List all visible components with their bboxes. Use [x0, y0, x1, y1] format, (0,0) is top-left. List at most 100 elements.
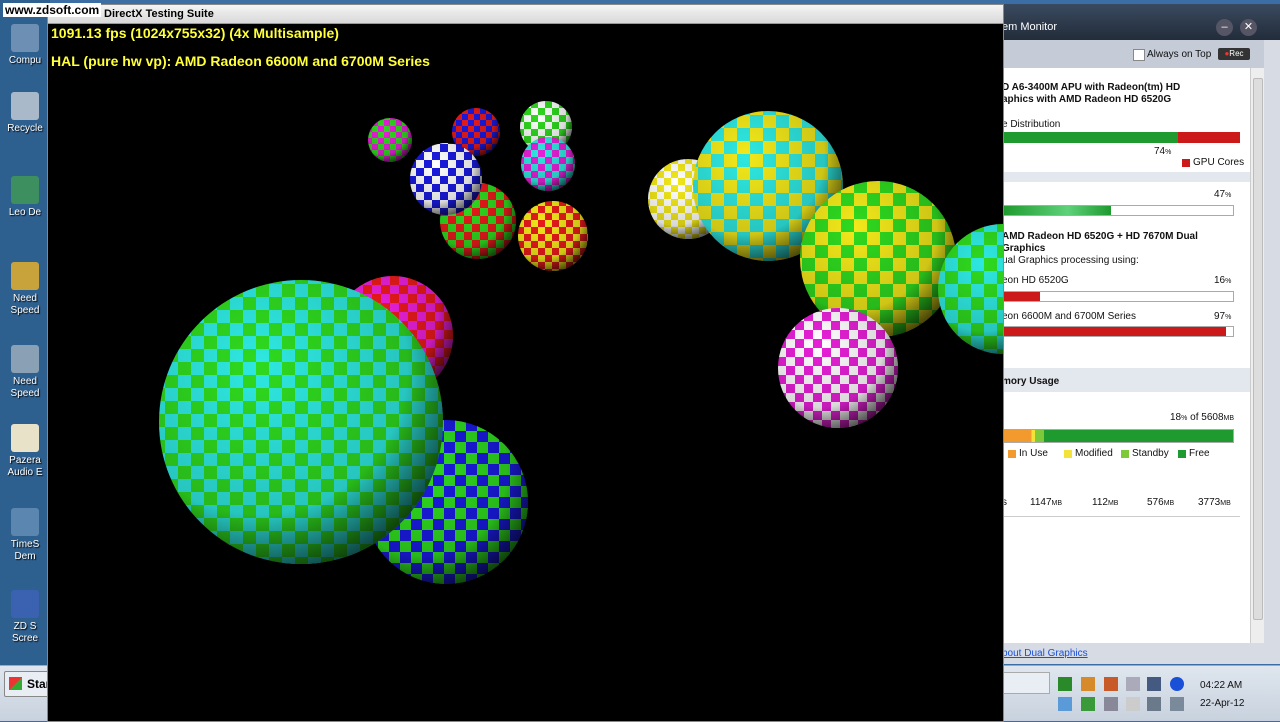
- memory-section-header: mory Usage: [1002, 368, 1250, 392]
- system-monitor-window[interactable]: em Monitor – ✕ Always on Top ●Rec D A6-3…: [1002, 4, 1280, 664]
- minimize-icon: –: [1221, 21, 1228, 33]
- desktop-icon-pazera[interactable]: Pazera Audio E: [0, 424, 50, 479]
- gpu2-bar-fill: [1003, 327, 1227, 336]
- percent-sign: %: [1181, 415, 1188, 422]
- volume-icon[interactable]: [1058, 697, 1072, 711]
- minimize-button[interactable]: –: [1216, 19, 1233, 36]
- dual-graphics-title-2: Graphics: [1002, 243, 1046, 254]
- monitor-content: D A6-3400M APU with Radeon(tm) HD aphics…: [1002, 68, 1250, 659]
- memory-value: 3773: [1198, 497, 1221, 508]
- legend-free: Free: [1189, 448, 1210, 459]
- desktop-icon-times[interactable]: TimeS Dem: [0, 508, 50, 563]
- memory-unit: MB: [1220, 500, 1231, 507]
- always-on-top-label: Always on Top: [1147, 49, 1212, 60]
- directx-window[interactable]: DirectX Testing Suite 1091.13 fps (1024x…: [47, 4, 1004, 722]
- desktop-icon-computer[interactable]: Compu: [0, 24, 50, 67]
- legend-in-use: In Use: [1019, 448, 1048, 459]
- legend-swatch-modified: [1064, 450, 1072, 458]
- close-icon: ✕: [1243, 21, 1254, 33]
- always-on-top-checkbox[interactable]: [1133, 49, 1145, 61]
- gpu1-bar-fill: [1003, 292, 1040, 301]
- desktop-icon-label-2: Speed: [10, 388, 40, 399]
- desktop-icon-label: Need: [13, 293, 37, 304]
- fps-readout: 1091.13 fps (1024x755x32) (4x Multisampl…: [51, 25, 339, 41]
- apu-name-line1: D A6-3400M APU with Radeon(tm) HD: [1002, 82, 1181, 93]
- gpu2-percent: 97%: [1214, 311, 1231, 322]
- desktop-icon-need-speed-2[interactable]: Need Speed: [0, 345, 50, 400]
- monitor-toolbar: Always on Top ●Rec: [1002, 40, 1264, 68]
- desktop-icon-label-2: Speed: [10, 305, 40, 316]
- tray-app-icon[interactable]: [1104, 697, 1118, 711]
- sphere: [368, 118, 412, 162]
- distribution-bar-fill: [1002, 132, 1179, 143]
- apu-name-line2: aphics with AMD Radeon HD 6520G: [1002, 94, 1172, 105]
- computer-icon: [11, 24, 39, 52]
- legend-modified: Modified: [1075, 448, 1113, 459]
- bluetooth-icon[interactable]: [1170, 677, 1184, 691]
- memory-title: mory Usage: [1002, 376, 1060, 387]
- memory-unit: MB: [1163, 500, 1175, 507]
- clock-time[interactable]: 04:22 AM: [1200, 680, 1242, 691]
- memory-unit: MB: [1107, 500, 1119, 507]
- device-readout: HAL (pure hw vp): AMD Radeon 6600M and 6…: [51, 53, 430, 69]
- window-titlebar[interactable]: DirectX Testing Suite: [48, 5, 1003, 24]
- start-button[interactable]: Star: [4, 671, 51, 697]
- tray-app-icon[interactable]: [1081, 677, 1095, 691]
- desktop-icon-label: TimeS: [10, 539, 40, 550]
- about-dual-graphics-link[interactable]: bout Dual Graphics: [1002, 648, 1088, 659]
- distribution-label: e Distribution: [1002, 119, 1061, 130]
- memory-summary: 18% of 5608MB: [1170, 412, 1234, 423]
- gpu-cores-label: GPU Cores: [1193, 157, 1245, 168]
- windows-logo-icon: [9, 677, 22, 690]
- close-button[interactable]: ✕: [1240, 19, 1257, 36]
- scrollbar-thumb[interactable]: [1253, 78, 1263, 620]
- desktop-icon-label-2: Dem: [14, 551, 36, 562]
- percent-sign: %: [1225, 314, 1232, 321]
- desktop-icon-zd[interactable]: ZD S Scree: [0, 590, 50, 645]
- sphere: [518, 201, 588, 271]
- tray-app-icon[interactable]: [1104, 677, 1118, 691]
- gpu2-label: eon 6600M and 6700M Series: [1002, 311, 1136, 322]
- memory-unit: MB: [1223, 415, 1235, 422]
- tray-app-icon[interactable]: [1147, 697, 1161, 711]
- divider: [1002, 516, 1240, 517]
- tray-app-icon[interactable]: [1058, 677, 1072, 691]
- desktop-icon-label-2: Scree: [11, 633, 39, 644]
- record-button[interactable]: ●Rec: [1218, 48, 1250, 60]
- tray-safely-remove-icon[interactable]: [1126, 677, 1140, 691]
- desktop-icon-need-speed-1[interactable]: Need Speed: [0, 262, 50, 317]
- desktop-icon-label: Leo De: [8, 207, 42, 218]
- memory-total: of 5608: [1190, 412, 1224, 423]
- desktop-icon-label-2: Audio E: [7, 467, 43, 478]
- tray-app-icon[interactable]: [1170, 697, 1184, 711]
- clock-date[interactable]: 22-Apr-12: [1200, 698, 1244, 709]
- monitor-title: em Monitor: [1002, 21, 1058, 33]
- action-center-flag-icon[interactable]: [1126, 697, 1140, 711]
- desktop-icon-label: Need: [13, 376, 37, 387]
- distribution-bar: [1002, 132, 1240, 143]
- shortcut-icon: [11, 176, 39, 204]
- taskbar-button[interactable]: [1002, 672, 1050, 694]
- memory-percent-value: 18: [1170, 412, 1182, 423]
- usage-bar-fill: [1003, 206, 1112, 215]
- usage-bar: [1002, 205, 1234, 216]
- usage-percent: 47%: [1214, 189, 1231, 200]
- desktop: Compu Recycle Leo De Need Speed Need Spe…: [0, 0, 50, 665]
- recycle-bin-icon: [11, 92, 39, 120]
- monitor-scrollbar[interactable]: [1250, 68, 1264, 643]
- memory-in-use-value: 1147MB: [1030, 497, 1062, 508]
- record-label: Rec: [1229, 49, 1244, 58]
- audio-extractor-icon: [11, 424, 39, 452]
- legend-standby: Standby: [1132, 448, 1169, 459]
- spheres-scene: [159, 101, 1003, 584]
- network-icon[interactable]: [1081, 697, 1095, 711]
- desktop-icon-leo[interactable]: Leo De: [0, 176, 50, 219]
- shortcut-icon: [11, 508, 39, 536]
- tray-display-icon[interactable]: [1147, 677, 1161, 691]
- desktop-icon-recycle-bin[interactable]: Recycle: [0, 92, 50, 135]
- monitor-titlebar[interactable]: em Monitor – ✕: [1002, 4, 1280, 40]
- render-viewport[interactable]: 1091.13 fps (1024x755x32) (4x Multisampl…: [48, 24, 1003, 721]
- desktop-icon-label: ZD S: [13, 621, 37, 632]
- gpu1-percent: 16%: [1214, 275, 1231, 286]
- legend-swatch-standby: [1121, 450, 1129, 458]
